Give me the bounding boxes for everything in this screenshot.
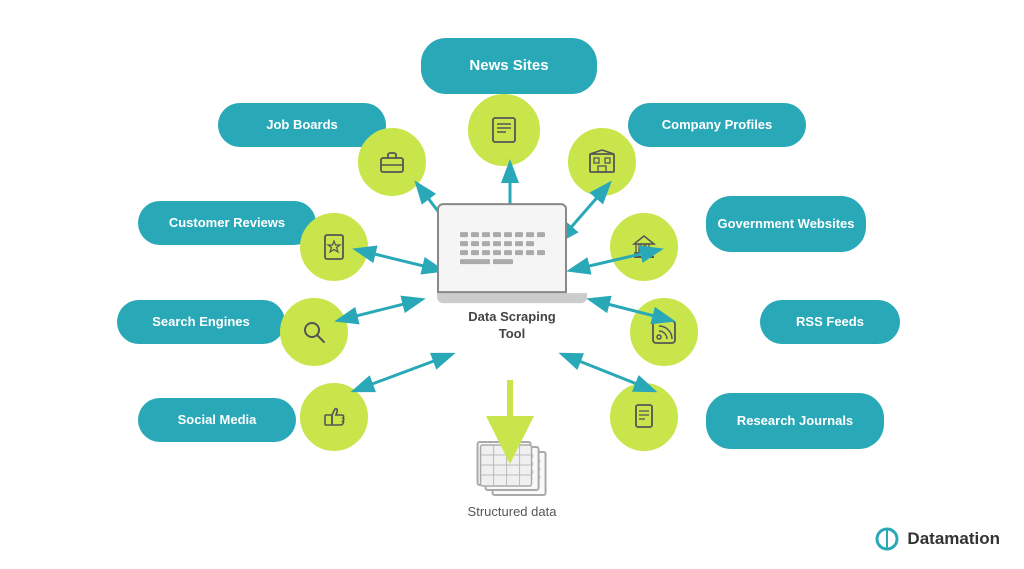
datamation-logo-icon: [873, 527, 901, 551]
research-icon-circle: [610, 383, 678, 451]
datamation-logo: Datamation: [873, 527, 1000, 551]
diagram-container: News Sites Job Boards Company Profiles C…: [0, 0, 1024, 569]
data-grid: [479, 443, 534, 488]
social-media-label: Social Media: [138, 398, 296, 442]
datamation-text: Datamation: [907, 529, 1000, 549]
customer-reviews-label: Customer Reviews: [138, 201, 316, 245]
reviews-icon-circle: [300, 213, 368, 281]
center-laptop: Data Scraping Tool: [437, 203, 587, 343]
keyboard-area: [452, 224, 553, 272]
job-icon-circle: [358, 128, 426, 196]
news-sites-label: News Sites: [421, 38, 597, 94]
job-boards-label: Job Boards: [218, 103, 386, 147]
rss-icon-circle: [630, 298, 698, 366]
journal-icon: [628, 401, 660, 433]
rss-icon: [648, 316, 680, 348]
building-icon: [586, 146, 618, 178]
news-icon-circle: [468, 94, 540, 166]
thumbsup-icon: [318, 401, 350, 433]
data-stack: [477, 441, 547, 496]
govt-icon-circle: [610, 213, 678, 281]
search-icon: [298, 316, 330, 348]
star-icon: [318, 231, 350, 263]
search-engines-label: Search Engines: [117, 300, 285, 344]
laptop-label: Data Scraping Tool: [437, 309, 587, 343]
social-icon-circle: [300, 383, 368, 451]
news-icon: [488, 114, 520, 146]
research-journals-label: Research Journals: [706, 393, 884, 449]
data-sheet-1: [477, 441, 532, 486]
company-icon-circle: [568, 128, 636, 196]
government-icon: [628, 231, 660, 263]
search-icon-circle: [280, 298, 348, 366]
briefcase-icon: [376, 146, 408, 178]
rss-feeds-label: RSS Feeds: [760, 300, 900, 344]
structured-data-section: Structured data: [468, 441, 557, 519]
structured-data-label: Structured data: [468, 504, 557, 519]
government-websites-label: Government Websites: [706, 196, 866, 252]
laptop-screen: [437, 203, 567, 293]
laptop-base: [437, 293, 587, 303]
company-profiles-label: Company Profiles: [628, 103, 806, 147]
